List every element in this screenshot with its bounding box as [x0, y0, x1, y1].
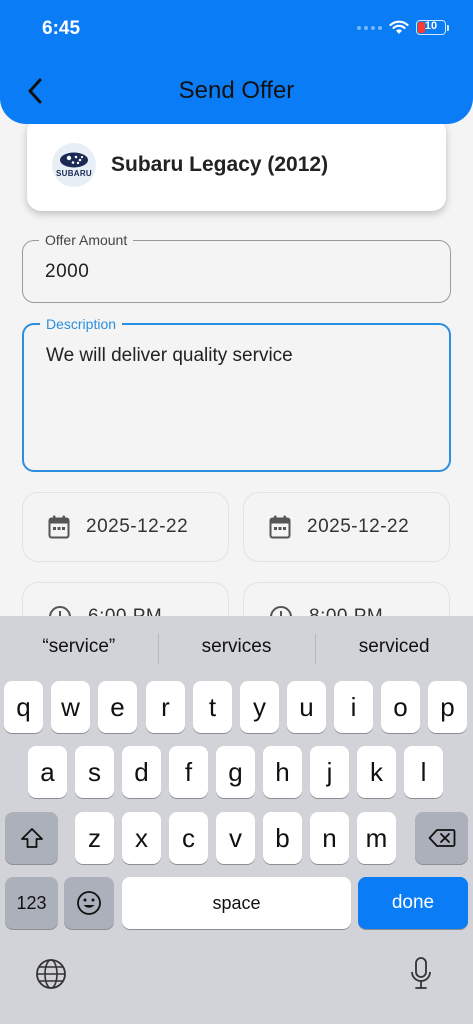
key[interactable]: k	[357, 746, 396, 798]
emoji-key[interactable]	[64, 877, 114, 929]
emoji-icon	[77, 891, 101, 915]
end-date-value: 2025-12-22	[307, 516, 410, 537]
key[interactable]: l	[404, 746, 443, 798]
key[interactable]: y	[240, 681, 279, 733]
key[interactable]: e	[98, 681, 137, 733]
status-time: 6:45	[42, 18, 81, 39]
calendar-icon	[48, 515, 70, 539]
suggestion-item[interactable]: serviced	[315, 634, 473, 664]
key[interactable]: x	[122, 812, 161, 864]
suggestion-item[interactable]: “service”	[0, 636, 158, 658]
shift-key[interactable]	[5, 812, 58, 864]
status-icons: 10	[357, 20, 449, 35]
key[interactable]: a	[28, 746, 67, 798]
key[interactable]: s	[75, 746, 114, 798]
start-date-value: 2025-12-22	[86, 516, 189, 537]
key[interactable]: r	[146, 681, 185, 733]
microphone-icon	[411, 957, 431, 989]
key[interactable]: m	[357, 812, 396, 864]
key[interactable]: p	[428, 681, 467, 733]
key[interactable]: q	[4, 681, 43, 733]
shift-icon	[20, 828, 43, 848]
battery-level: 10	[424, 20, 438, 32]
battery-icon: 10	[416, 20, 446, 35]
description-label: Description	[40, 316, 123, 333]
key[interactable]: v	[216, 812, 255, 864]
description-field[interactable]: Description We will deliver quality serv…	[22, 316, 451, 472]
app-header: 6:45 10 Send Offer	[0, 0, 473, 124]
vehicle-card: SUBARU Subaru Legacy (2012)	[27, 118, 446, 211]
suggestion-item[interactable]: services	[157, 634, 316, 664]
microphone-button[interactable]	[404, 954, 438, 994]
suggestion-bar: “service” services serviced	[0, 616, 473, 678]
key[interactable]: f	[169, 746, 208, 798]
key[interactable]: d	[122, 746, 161, 798]
key[interactable]: c	[169, 812, 208, 864]
cellular-signal-icon	[357, 25, 382, 30]
key[interactable]: z	[75, 812, 114, 864]
numbers-key[interactable]: 123	[5, 877, 58, 929]
globe-icon	[36, 959, 66, 989]
key[interactable]: w	[51, 681, 90, 733]
key[interactable]: b	[263, 812, 302, 864]
key[interactable]: n	[310, 812, 349, 864]
calendar-icon	[269, 515, 291, 539]
subaru-logo: SUBARU	[52, 142, 96, 187]
description-value: We will deliver quality service	[46, 345, 293, 366]
end-date-picker[interactable]: 2025-12-22	[243, 492, 450, 562]
keyboard: “service” services serviced q w e r t y …	[0, 616, 473, 1024]
key[interactable]: t	[193, 681, 232, 733]
key[interactable]: j	[310, 746, 349, 798]
key[interactable]: i	[334, 681, 373, 733]
stars-icon	[60, 152, 88, 167]
backspace-icon	[428, 829, 455, 847]
key[interactable]: o	[381, 681, 420, 733]
key[interactable]: g	[216, 746, 255, 798]
key[interactable]: u	[287, 681, 326, 733]
start-date-picker[interactable]: 2025-12-22	[22, 492, 229, 562]
offer-amount-value: 2000	[45, 261, 90, 282]
done-key[interactable]: done	[358, 877, 468, 929]
key[interactable]: h	[263, 746, 302, 798]
vehicle-name: Subaru Legacy (2012)	[111, 152, 329, 176]
space-key[interactable]: space	[122, 877, 351, 929]
wifi-icon	[389, 20, 409, 34]
delete-key[interactable]	[415, 812, 468, 864]
page-title: Send Offer	[178, 77, 295, 104]
globe-button[interactable]	[33, 956, 69, 992]
offer-amount-label: Offer Amount	[39, 232, 134, 249]
offer-amount-field[interactable]: Offer Amount 2000	[22, 232, 451, 303]
